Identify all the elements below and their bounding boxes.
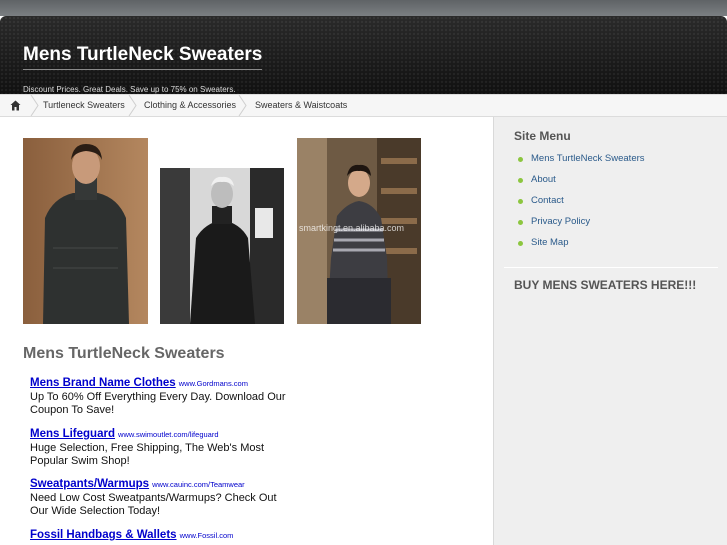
breadcrumb-item-turtleneck-sweaters[interactable]: Turtleneck Sweaters [43, 95, 125, 116]
ad-url[interactable]: www.Fossil.com [180, 531, 234, 540]
breadcrumb-item-sweaters-waistcoats[interactable]: Sweaters & Waistcoats [255, 95, 347, 116]
product-photo-2[interactable] [160, 168, 284, 324]
buy-sweaters-heading: BUY MENS SWEATERS HERE!!! [514, 278, 697, 292]
ad-link[interactable]: Mens Lifeguard [30, 428, 115, 440]
bullet-icon [518, 199, 523, 204]
home-icon [10, 100, 21, 111]
photo-watermark: smartkingt.en.alibaba.com [299, 223, 405, 233]
ad-item-2: Mens Lifeguard www.swimoutlet.com/lifegu… [30, 428, 290, 468]
breadcrumb: Turtleneck Sweaters Clothing & Accessori… [0, 94, 727, 117]
breadcrumb-separator-icon [30, 95, 39, 116]
ad-url[interactable]: www.cauinc.com/Teamwear [152, 480, 245, 489]
main-heading: Mens TurtleNeck Sweaters [23, 345, 225, 362]
product-photo-1[interactable] [23, 138, 148, 324]
ad-link[interactable]: Mens Brand Name Clothes [30, 377, 176, 389]
breadcrumb-item-clothing-accessories[interactable]: Clothing & Accessories [144, 95, 236, 116]
ad-link[interactable]: Sweatpants/Warmups [30, 478, 149, 490]
site-menu-heading: Site Menu [514, 129, 571, 143]
site-header: Mens TurtleNeck Sweaters Discount Prices… [0, 16, 727, 94]
site-tagline: Discount Prices. Great Deals. Save up to… [23, 85, 236, 94]
ad-description: Need Low Cost Sweatpants/Warmups? Check … [30, 492, 277, 517]
ad-description: Huge Selection, Free Shipping, The Web's… [30, 442, 265, 467]
sidebar: Site Menu Mens TurtleNeck Sweaters About… [493, 117, 727, 545]
browser-top-strip [0, 0, 727, 16]
ad-item-1: Mens Brand Name Clothes www.Gordmans.com… [30, 377, 290, 417]
breadcrumb-separator-icon [238, 95, 247, 116]
ad-item-3: Sweatpants/Warmups www.cauinc.com/Teamwe… [30, 478, 290, 518]
menu-item-privacy-policy[interactable]: Privacy Policy [531, 216, 590, 227]
ad-description: Up To 60% Off Everything Every Day. Down… [30, 391, 286, 416]
menu-item-mens-turtleneck-sweaters[interactable]: Mens TurtleNeck Sweaters [531, 153, 645, 164]
main-content: smartkingt.en.alibaba.com Mens TurtleNec… [0, 117, 493, 545]
ad-url[interactable]: www.Gordmans.com [179, 379, 248, 388]
bullet-icon [518, 241, 523, 246]
sidebar-divider [504, 267, 718, 268]
site-title[interactable]: Mens TurtleNeck Sweaters [23, 44, 263, 70]
product-photo-3[interactable]: smartkingt.en.alibaba.com [297, 138, 421, 324]
ad-link[interactable]: Fossil Handbags & Wallets [30, 529, 177, 541]
breadcrumb-separator-icon [128, 95, 137, 116]
menu-item-about[interactable]: About [531, 174, 556, 185]
menu-item-site-map[interactable]: Site Map [531, 237, 569, 248]
menu-item-contact[interactable]: Contact [531, 195, 564, 206]
bullet-icon [518, 178, 523, 183]
ad-url[interactable]: www.swimoutlet.com/lifeguard [118, 430, 218, 439]
breadcrumb-home[interactable] [0, 95, 32, 116]
bullet-icon [518, 220, 523, 225]
bullet-icon [518, 157, 523, 162]
ad-item-4: Fossil Handbags & Wallets www.Fossil.com [30, 529, 290, 541]
